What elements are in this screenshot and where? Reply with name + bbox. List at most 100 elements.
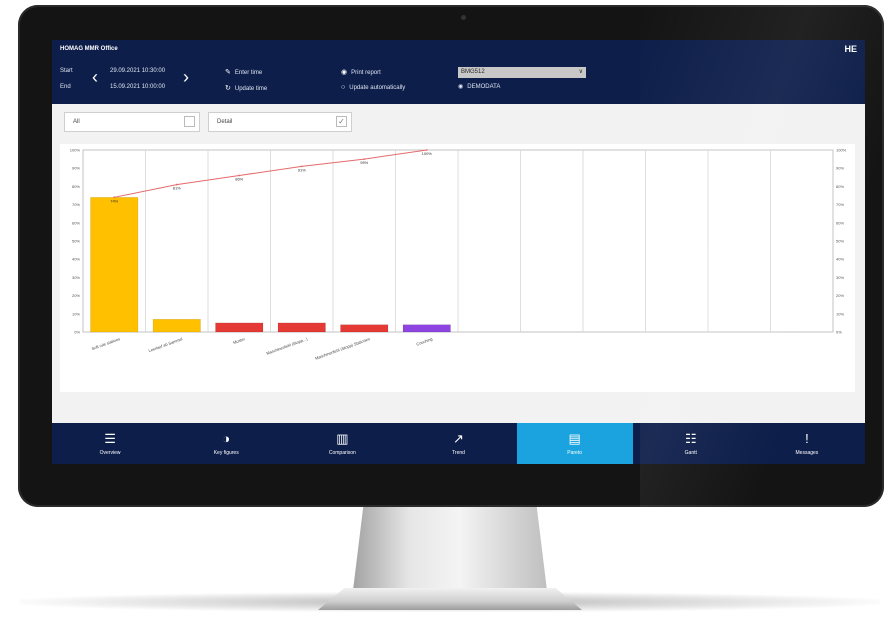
bar (277, 322, 326, 333)
end-date[interactable]: 15.09.2021 10:00:00 (110, 84, 165, 90)
category-label: Muster (232, 336, 246, 345)
bar (340, 324, 389, 333)
y-tick-label-left: 0% (74, 330, 80, 335)
y-tick-label-left: 20% (72, 293, 80, 298)
machine-select-value: BMG512 (461, 69, 485, 75)
bar (90, 197, 139, 333)
cumulative-label: 95% (360, 160, 368, 165)
gantt-icon: ☷ (684, 430, 697, 446)
update-automatically-option[interactable]: ○ Update automatically (341, 84, 405, 91)
nav-item-trend[interactable]: ↗ Trend (400, 423, 516, 464)
nav-item-overview[interactable]: ☰ Overview (52, 423, 168, 464)
print-report-option[interactable]: ◉ Print report (341, 68, 381, 76)
monitor-base (318, 588, 582, 610)
y-tick-label-right: 40% (836, 257, 844, 262)
radio-unselected-icon: ○ (341, 84, 346, 91)
y-tick-label-left: 70% (72, 202, 80, 207)
data-source-label: DEMODATA (467, 84, 501, 90)
nav-item-label: Overview (99, 449, 121, 456)
update-automatically-label: Update automatically (349, 85, 406, 91)
machine-select[interactable]: BMG512 ∨ (458, 67, 586, 78)
y-tick-label-left: 90% (72, 166, 80, 171)
view-filter-value: Detail (217, 119, 233, 125)
chevron-down-icon: ∨ (578, 69, 583, 75)
alert-icon: ! (805, 430, 809, 446)
update-time-button[interactable]: ↻ Update time (225, 84, 267, 92)
app-title: HOMAG MMR Office (60, 46, 118, 52)
y-tick-label-left: 80% (72, 184, 80, 189)
nav-item-label: Comparison (328, 449, 356, 456)
refresh-icon: ↻ (225, 85, 231, 92)
y-tick-label-left: 40% (72, 257, 80, 262)
update-time-label: Update time (234, 86, 268, 92)
scope-checkbox[interactable] (184, 116, 195, 127)
start-label: Start (60, 68, 73, 74)
cumulative-label: 81% (173, 186, 181, 191)
bar (152, 319, 201, 333)
check-icon[interactable]: ✓ (336, 116, 347, 127)
gauge-icon: ◑ (222, 430, 231, 446)
nav-item-label: Messages (795, 449, 819, 456)
nav-item-comparison[interactable]: ▥ Comparison (284, 423, 400, 464)
nav-item-gantt[interactable]: ☷ Gantt (633, 423, 749, 464)
y-tick-label-left: 100% (70, 148, 81, 153)
start-date[interactable]: 29.09.2021 10:30:00 (110, 68, 165, 74)
list-icon: ☰ (104, 430, 116, 446)
data-source: ◉ DEMODATA (458, 83, 500, 90)
nav-item-pareto[interactable]: ▤ Pareto (516, 423, 633, 464)
y-tick-label-right: 0% (836, 330, 842, 335)
print-report-label: Print report (351, 70, 381, 76)
nav-item-messages[interactable]: ! Messages (749, 423, 865, 464)
y-tick-label-left: 10% (72, 311, 80, 316)
category-label: Maschinenfehl (Stopp...) (266, 336, 309, 356)
cumulative-label: 91% (298, 167, 306, 172)
camera-dot (461, 15, 466, 20)
y-tick-label-right: 10% (836, 311, 844, 316)
nav-item-label: Pareto (567, 449, 582, 456)
enter-time-button[interactable]: ✎ Enter time (225, 68, 262, 76)
y-tick-label-left: 60% (72, 220, 80, 225)
y-tick-label-right: 90% (836, 166, 844, 171)
pareto-chart: 0% 0% 10% 10% 20% 20% 30% 30% 40% 40% 50% 50% 60% 60%… (60, 144, 855, 392)
scope-filter[interactable]: All (64, 112, 200, 132)
bar (402, 324, 451, 333)
bottom-navigation: ☰ Overview ◑ Key figures ▥ Comparison ↗ Trend ▤ P… (52, 423, 865, 464)
cumulative-label: 100% (422, 151, 433, 156)
nav-item-key-figures[interactable]: ◑ Key figures (168, 423, 284, 464)
y-tick-label-right: 80% (836, 184, 844, 189)
category-label: Soft rule stations (91, 336, 121, 351)
next-period-arrow-icon[interactable]: › (183, 68, 189, 86)
y-tick-label-left: 30% (72, 275, 80, 280)
category-label: Couching (415, 336, 433, 346)
y-tick-label-right: 70% (836, 202, 844, 207)
cumulative-label: 74% (110, 198, 118, 203)
y-tick-label-right: 20% (836, 293, 844, 298)
nav-item-label: Gantt (684, 449, 697, 456)
view-filter[interactable]: Detail ✓ (208, 112, 352, 132)
cumulative-label: 86% (235, 176, 243, 181)
end-label: End (60, 84, 71, 90)
screen: HOMAG MMR Office HE Start End ‹ 29.09.20… (52, 40, 865, 464)
radio-selected-icon: ◉ (341, 69, 348, 76)
y-tick-label-right: 50% (836, 239, 844, 244)
pencil-icon: ✎ (225, 69, 231, 76)
y-tick-label-right: 100% (836, 148, 847, 153)
y-tick-label-right: 30% (836, 275, 844, 280)
bar-chart-icon: ▥ (336, 430, 349, 446)
category-label: Maschinenfehl (Stopp) Stationen (314, 336, 370, 361)
scope-filter-value: All (73, 119, 80, 125)
pareto-chart-svg: 0% 0% 10% 10% 20% 20% 30% 30% 40% 40% 50% 50% 60% 60%… (70, 148, 847, 361)
trend-icon: ↗ (453, 430, 464, 446)
monitor-stand (352, 498, 548, 598)
brand-logo: HE (844, 44, 857, 54)
y-tick-label-right: 60% (836, 220, 844, 225)
nav-item-label: Trend (452, 449, 465, 456)
app-header: HOMAG MMR Office HE Start End ‹ 29.09.20… (52, 40, 865, 104)
y-tick-label-left: 50% (72, 239, 80, 244)
previous-period-arrow-icon[interactable]: ‹ (92, 68, 98, 86)
nav-item-label: Key figures (213, 449, 239, 456)
pareto-icon: ▤ (568, 430, 581, 446)
bar (215, 322, 264, 333)
enter-time-label: Enter time (234, 70, 263, 76)
eye-icon: ◉ (458, 84, 464, 90)
